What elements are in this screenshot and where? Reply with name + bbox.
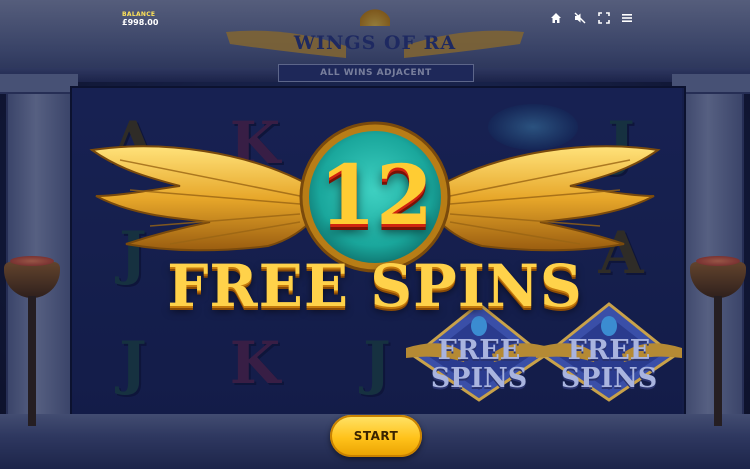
balance-value: £998.00 <box>122 18 159 27</box>
game-scene: A J J K K J J A WINGS OF RA ALL WINS ADJ… <box>0 0 750 469</box>
balance-label: BALANCE <box>122 11 156 18</box>
free-spins-title: FREE SPINS <box>167 252 583 320</box>
home-icon[interactable] <box>549 11 563 25</box>
fullscreen-icon[interactable] <box>597 11 611 25</box>
free-spins-count: 12 <box>318 148 434 244</box>
start-button[interactable]: START <box>330 415 422 457</box>
menu-icon[interactable] <box>620 11 634 25</box>
top-bar: BALANCE £998.00 <box>0 0 750 34</box>
sound-off-icon[interactable] <box>573 11 587 25</box>
